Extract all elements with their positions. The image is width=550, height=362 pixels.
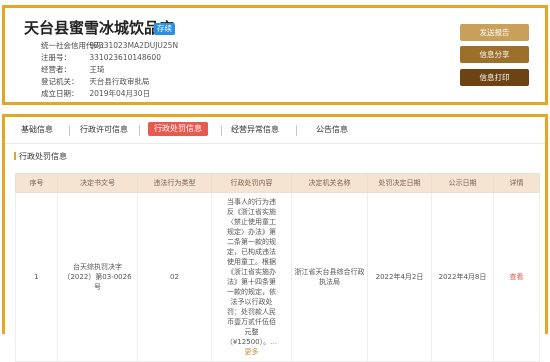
founded-value: 2019年04月30日 <box>89 89 151 98</box>
authority-value: 天台县行政审批局 <box>89 77 150 86</box>
section-marker <box>14 152 16 160</box>
view-detail-link[interactable]: 查看 <box>510 273 524 281</box>
penalty-content-text: 当事人的行为违反《浙江省实施〈禁止使用童工规定〉办法》第二条第一款的规定，已构成… <box>225 198 276 346</box>
status-badge: 存续 <box>154 23 175 35</box>
company-name: 天台县蜜雪冰城饮品店 <box>24 19 175 37</box>
column-header: 违法行为类型 <box>137 173 212 193</box>
details-card: 基础信息 行政许可信息 行政处罚信息 经营异常信息 公告信息 行政处罚信息 序号… <box>2 114 548 362</box>
tab-license-info[interactable]: 行政许可信息 <box>80 124 128 136</box>
authority-row: 登记机关： 天台县行政审批局 <box>41 77 149 87</box>
tab-divider <box>221 125 222 136</box>
section-title-text: 行政处罚信息 <box>19 152 67 161</box>
column-header: 公示日期 <box>431 173 494 193</box>
column-header: 行政处罚内容 <box>211 173 292 193</box>
reg-number-row: 注册号： 331023610148600 <box>41 53 161 63</box>
credit-code-row: 统一社会信用代码： 92331023MA2DUJU25N <box>41 41 178 51</box>
authority-cell: 浙江省天台县综合行政执法局 <box>291 192 368 362</box>
tab-divider <box>296 125 297 136</box>
authority-label: 登记机关： <box>41 77 79 86</box>
detail-cell: 查看 <box>493 192 540 362</box>
founded-row: 成立日期： 2019年04月30日 <box>41 89 150 99</box>
doc-number-cell: 台天综执罚决字〔2022〕第03-0026号 <box>57 192 138 362</box>
decision-date-cell: 2022年4月2日 <box>367 192 432 362</box>
table-header-row: 序号 决定书文号 违法行为类型 行政处罚内容 决定机关名称 处罚决定日期 公示日… <box>15 173 540 193</box>
company-card: 天台县蜜雪冰城饮品店 存续 统一社会信用代码： 92331023MA2DUJU2… <box>2 5 548 105</box>
column-header: 决定书文号 <box>57 173 138 193</box>
tab-abnormal-info[interactable]: 经营异常信息 <box>231 124 279 136</box>
tab-divider <box>69 125 70 136</box>
table-row: 1 台天综执罚决字〔2022〕第03-0026号 02 当事人的行为违反《浙江省… <box>15 192 540 362</box>
operator-label: 经营者： <box>41 65 71 74</box>
column-header: 决定机关名称 <box>291 173 368 193</box>
tab-basic-info[interactable]: 基础信息 <box>21 124 53 136</box>
operator-value: 王琦 <box>89 65 105 74</box>
section-title: 行政处罚信息 <box>14 152 67 162</box>
column-header: 序号 <box>15 173 58 193</box>
founded-label: 成立日期： <box>41 89 79 98</box>
tab-announcement-info[interactable]: 公告信息 <box>316 124 348 136</box>
share-button[interactable]: 信息分享 <box>460 46 529 63</box>
column-header: 详情 <box>493 173 540 193</box>
send-report-button[interactable]: 发送报告 <box>460 24 529 41</box>
tab-penalty-info[interactable]: 行政处罚信息 <box>148 122 208 136</box>
reg-number-value: 331023610148600 <box>89 53 161 62</box>
credit-code-label: 统一社会信用代码： <box>41 41 109 50</box>
reg-number-label: 注册号： <box>41 53 71 62</box>
operator-row: 经营者： 王琦 <box>41 65 104 75</box>
credit-code-value: 92331023MA2DUJU25N <box>89 41 179 50</box>
print-button[interactable]: 信息打印 <box>460 69 529 86</box>
penalty-content-cell: 当事人的行为违反《浙江省实施〈禁止使用童工规定〉办法》第二条第一款的规定，已构成… <box>211 192 292 362</box>
publish-date-cell: 2022年4月8日 <box>431 192 494 362</box>
violation-type-cell: 02 <box>137 192 212 362</box>
row-index: 1 <box>15 192 58 362</box>
column-header: 处罚决定日期 <box>367 173 432 193</box>
tab-bar: 基础信息 行政许可信息 行政处罚信息 经营异常信息 公告信息 <box>5 117 545 144</box>
tab-divider <box>139 125 140 136</box>
